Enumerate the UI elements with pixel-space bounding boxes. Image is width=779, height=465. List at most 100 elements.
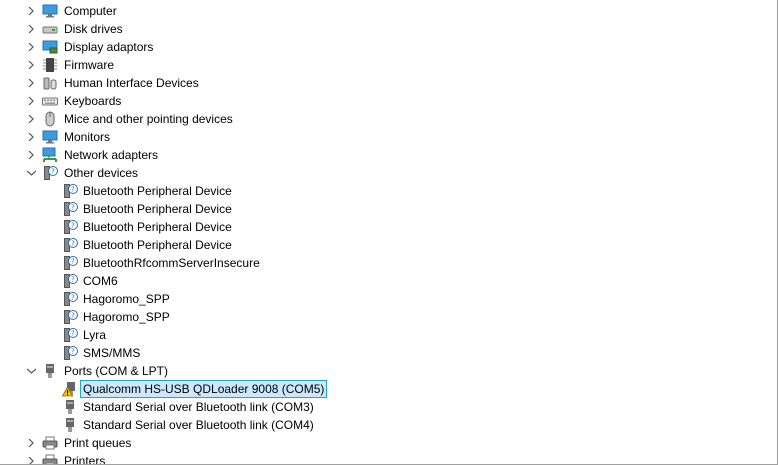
tree-child-label: BluetoothRfcommServerInsecure (83, 256, 260, 270)
svg-text:?: ? (71, 348, 75, 356)
svg-text:?: ? (71, 258, 75, 266)
tree-child-item-selected[interactable]: Qualcomm HS-USB QDLoader 9008 (COM5) (0, 380, 777, 398)
tree-child-item[interactable]: ? COM6 (0, 272, 777, 290)
display-adaptor-icon (42, 39, 58, 55)
tree-item-label: Network adapters (64, 148, 159, 162)
tree-item-label: Disk drives (64, 22, 123, 36)
svg-text:?: ? (51, 168, 55, 176)
tree-item-monitors[interactable]: Monitors (0, 128, 777, 146)
tree-item-network-adapters[interactable]: Network adapters (0, 146, 777, 164)
tree-item-label: Firmware (64, 58, 114, 72)
svg-text:?: ? (71, 204, 75, 212)
disk-drive-icon (42, 21, 58, 37)
tree-item-computer[interactable]: Computer (0, 2, 777, 20)
tree-child-label: Bluetooth Peripheral Device (83, 220, 232, 234)
tree-item-label: Other devices (64, 166, 139, 180)
tree-child-item[interactable]: ? BluetoothRfcommServerInsecure (0, 254, 777, 272)
printer-icon (42, 435, 58, 451)
tree-child-label: Hagoromo_SPP (83, 310, 170, 324)
hid-icon (42, 75, 58, 91)
unknown-device-icon: ? (62, 183, 78, 199)
svg-text:?: ? (71, 276, 75, 284)
tree-item-label: Print queues (64, 436, 132, 450)
chevron-right-icon[interactable] (24, 146, 38, 164)
tree-child-label: SMS/MMS (83, 346, 141, 360)
chevron-right-icon[interactable] (24, 434, 38, 452)
unknown-device-icon: ? (62, 219, 78, 235)
computer-icon (42, 3, 58, 19)
chevron-right-icon[interactable] (24, 2, 38, 20)
tree-child-item[interactable]: ? Bluetooth Peripheral Device (0, 200, 777, 218)
unknown-device-icon: ? (62, 291, 78, 307)
svg-text:?: ? (71, 186, 75, 194)
tree-item-hid[interactable]: Human Interface Devices (0, 74, 777, 92)
tree-child-item[interactable]: ? Bluetooth Peripheral Device (0, 218, 777, 236)
chevron-right-icon[interactable] (24, 452, 38, 464)
port-connector-icon (62, 417, 78, 433)
unknown-device-icon: ? (62, 327, 78, 343)
svg-text:?: ? (71, 330, 75, 338)
chevron-right-icon[interactable] (24, 38, 38, 56)
keyboard-icon (42, 93, 58, 109)
tree-item-label: Mice and other pointing devices (64, 112, 233, 126)
tree-child-item[interactable]: ? Lyra (0, 326, 777, 344)
tree-item-label: Computer (64, 4, 117, 18)
warning-port-icon (62, 381, 78, 397)
tree-item-label: Human Interface Devices (64, 76, 199, 90)
monitor-icon (42, 129, 58, 145)
tree-child-label: Hagoromo_SPP (83, 292, 170, 306)
tree-item-ports[interactable]: Ports (COM & LPT) (0, 362, 777, 380)
chevron-right-icon[interactable] (24, 56, 38, 74)
tree-child-label: Bluetooth Peripheral Device (83, 238, 232, 252)
chevron-down-icon[interactable] (24, 164, 38, 182)
svg-text:?: ? (71, 222, 75, 230)
tree-child-item[interactable]: Standard Serial over Bluetooth link (COM… (0, 416, 777, 434)
printer-icon (42, 453, 58, 464)
tree-child-item[interactable]: ? Bluetooth Peripheral Device (0, 182, 777, 200)
tree-item-label: Display adaptors (64, 40, 154, 54)
unknown-device-icon: ? (62, 237, 78, 253)
tree-child-label: Qualcomm HS-USB QDLoader 9008 (COM5) (80, 380, 328, 398)
tree-item-label: Keyboards (64, 94, 122, 108)
chevron-right-icon[interactable] (24, 20, 38, 38)
svg-text:?: ? (71, 294, 75, 302)
tree-item-label: Printers (64, 454, 106, 465)
chevron-right-icon[interactable] (24, 92, 38, 110)
tree-child-item[interactable]: ? Hagoromo_SPP (0, 290, 777, 308)
tree-item-other-devices[interactable]: ? Other devices (0, 164, 777, 182)
tree-child-label: Bluetooth Peripheral Device (83, 202, 232, 216)
network-adapter-icon (42, 147, 58, 163)
tree-child-item[interactable]: Standard Serial over Bluetooth link (COM… (0, 398, 777, 416)
tree-item-mice[interactable]: Mice and other pointing devices (0, 110, 777, 128)
tree-child-label: Standard Serial over Bluetooth link (COM… (83, 418, 314, 432)
chevron-down-icon[interactable] (24, 362, 38, 380)
unknown-device-icon: ? (42, 165, 58, 181)
device-manager-tree-pane: Computer Disk drives Display adaptors Fi… (0, 0, 778, 465)
tree-item-label: Monitors (64, 130, 111, 144)
tree-item-disk-drives[interactable]: Disk drives (0, 20, 777, 38)
tree-item-label: Ports (COM & LPT) (64, 364, 169, 378)
firmware-chip-icon (42, 57, 58, 73)
tree-child-label: Standard Serial over Bluetooth link (COM… (83, 400, 314, 414)
unknown-device-icon: ? (62, 255, 78, 271)
mouse-icon (42, 111, 58, 127)
device-tree: Computer Disk drives Display adaptors Fi… (0, 2, 777, 465)
unknown-device-icon: ? (62, 345, 78, 361)
tree-item-printers[interactable]: Printers (0, 452, 777, 465)
tree-item-keyboards[interactable]: Keyboards (0, 92, 777, 110)
tree-item-display-adaptors[interactable]: Display adaptors (0, 38, 777, 56)
svg-text:?: ? (71, 312, 75, 320)
tree-child-label: COM6 (83, 274, 118, 288)
port-connector-icon (42, 363, 58, 379)
tree-child-item[interactable]: ? Hagoromo_SPP (0, 308, 777, 326)
chevron-right-icon[interactable] (24, 128, 38, 146)
unknown-device-icon: ? (62, 273, 78, 289)
svg-text:?: ? (71, 240, 75, 248)
tree-item-firmware[interactable]: Firmware (0, 56, 777, 74)
chevron-right-icon[interactable] (24, 110, 38, 128)
tree-child-item[interactable]: ? SMS/MMS (0, 344, 777, 362)
tree-item-print-queues[interactable]: Print queues (0, 434, 777, 452)
tree-child-item[interactable]: ? Bluetooth Peripheral Device (0, 236, 777, 254)
chevron-right-icon[interactable] (24, 74, 38, 92)
port-connector-icon (62, 399, 78, 415)
